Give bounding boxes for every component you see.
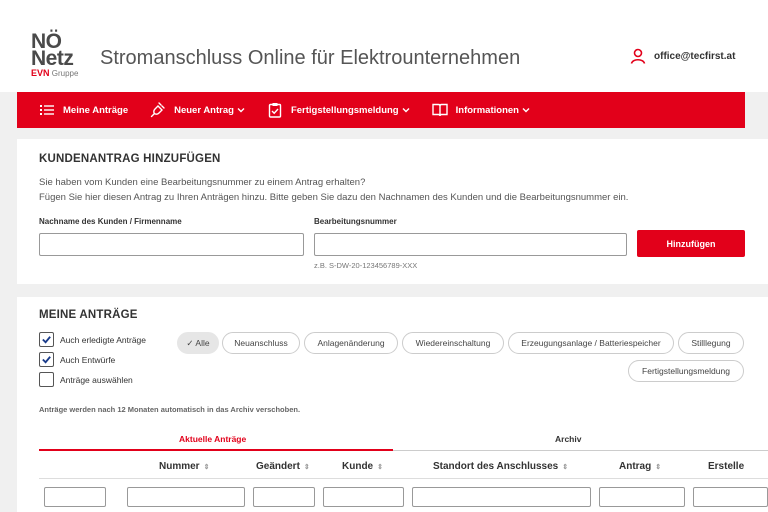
filter-input-checkbox-column[interactable] bbox=[44, 487, 106, 507]
filter-input-nummer[interactable] bbox=[127, 487, 245, 507]
filter-input-standort[interactable] bbox=[412, 487, 591, 507]
filter-chip-stilllegung[interactable]: Stilllegung bbox=[678, 332, 744, 354]
checkmark-icon bbox=[42, 336, 51, 344]
column-header-antrag[interactable]: Antrag ⇕ bbox=[619, 461, 661, 472]
column-header-erstellt[interactable]: Erstelle bbox=[708, 461, 744, 472]
column-label: Nummer bbox=[159, 461, 200, 472]
sort-icon: ⇕ bbox=[377, 463, 383, 471]
checkbox-box[interactable] bbox=[39, 332, 54, 347]
checkbox-box[interactable] bbox=[39, 372, 54, 387]
logo-group: EVN Gruppe bbox=[31, 68, 91, 79]
nav-label: Fertigstellungsmeldung bbox=[290, 104, 399, 116]
sort-icon: ⇕ bbox=[303, 463, 310, 471]
add-button[interactable]: Hinzufügen bbox=[637, 230, 745, 257]
archive-note: Anträge werden nach 12 Monaten automatis… bbox=[39, 405, 301, 414]
filter-input-geaendert[interactable] bbox=[253, 487, 315, 507]
sort-icon: ⇕ bbox=[655, 463, 662, 471]
add-request-card: KUNDENANTRAG HINZUFÜGEN Sie haben vom Ku… bbox=[17, 139, 768, 284]
filter-input-antrag[interactable] bbox=[599, 487, 685, 507]
checkbox-box[interactable] bbox=[39, 352, 54, 367]
checkbox-done-requests[interactable]: Auch erledigte Anträge bbox=[39, 332, 146, 347]
checkbox-label: Auch Entwürfe bbox=[60, 354, 116, 365]
logo-group-text: Gruppe bbox=[51, 69, 79, 78]
user-email: office@tecfirst.at bbox=[654, 50, 736, 62]
my-requests-heading: MEINE ANTRÄGE bbox=[39, 309, 138, 321]
add-request-heading: KUNDENANTRAG HINZUFÜGEN bbox=[39, 153, 221, 165]
filter-input-erstellt[interactable] bbox=[693, 487, 768, 507]
add-request-text-1: Sie haben vom Kunden eine Bearbeitungsnu… bbox=[39, 177, 366, 188]
tab-current-requests[interactable]: Aktuelle Anträge bbox=[179, 434, 246, 444]
checkbox-select-requests[interactable]: Anträge auswählen bbox=[39, 372, 133, 387]
list-icon bbox=[40, 105, 54, 115]
checkmark-icon bbox=[42, 356, 51, 364]
chevron-down-icon bbox=[522, 108, 530, 113]
chevron-down-icon bbox=[402, 108, 410, 113]
column-header-standort[interactable]: Standort des Anschlusses ⇕ bbox=[433, 461, 568, 472]
plug-icon bbox=[150, 102, 165, 118]
column-label: Standort des Anschlusses bbox=[433, 461, 559, 472]
filter-chip-wiedereinschaltung[interactable]: Wiedereinschaltung bbox=[402, 332, 504, 354]
noe-netz-logo[interactable]: NÖ Netz EVN Gruppe bbox=[31, 31, 91, 83]
user-icon bbox=[630, 48, 646, 64]
app-header: NÖ Netz EVN Gruppe Stromanschluss Online… bbox=[0, 0, 768, 92]
nav-label: Neuer Antrag bbox=[174, 104, 234, 116]
filter-input-kunde[interactable] bbox=[323, 487, 404, 507]
sort-icon: ⇕ bbox=[203, 463, 210, 471]
tab-archive[interactable]: Archiv bbox=[555, 434, 581, 444]
filter-chip-anlagenaenderung[interactable]: Anlagenänderung bbox=[304, 332, 398, 354]
customer-name-label: Nachname des Kunden / Firmenname bbox=[39, 217, 182, 226]
column-label: Erstelle bbox=[708, 461, 745, 472]
column-label: Antrag bbox=[619, 461, 652, 472]
nav-item-neuer-antrag[interactable]: Neuer Antrag bbox=[150, 102, 245, 118]
customer-name-input[interactable] bbox=[39, 233, 304, 256]
chevron-down-icon bbox=[237, 108, 245, 113]
logo-line-2: Netz bbox=[31, 47, 74, 70]
column-label: Geändert bbox=[256, 461, 300, 472]
active-tab-indicator bbox=[39, 449, 393, 451]
add-request-text-2: Fügen Sie hier diesen Antrag zu Ihren An… bbox=[39, 192, 629, 203]
checkbox-label: Auch erledigte Anträge bbox=[60, 334, 147, 345]
column-header-kunde[interactable]: Kunde ⇕ bbox=[342, 461, 383, 472]
filter-chip-neuanschluss[interactable]: Neuanschluss bbox=[222, 332, 300, 354]
checkbox-drafts[interactable]: Auch Entwürfe bbox=[39, 352, 115, 367]
user-menu[interactable]: office@tecfirst.at bbox=[630, 48, 735, 64]
sort-icon: ⇕ bbox=[562, 463, 569, 471]
column-header-nummer[interactable]: Nummer ⇕ bbox=[159, 461, 209, 472]
header-divider bbox=[39, 478, 768, 479]
processing-number-hint: z.B. S-DW-20-123456789-XXX bbox=[314, 261, 418, 270]
column-label: Kunde bbox=[342, 461, 374, 472]
processing-number-input[interactable] bbox=[314, 233, 627, 256]
processing-number-label: Bearbeitungsnummer bbox=[314, 217, 397, 226]
clipboard-check-icon bbox=[268, 103, 282, 118]
filter-chip-erzeugungsanlage[interactable]: Erzeugungsanlage / Batteriespeicher bbox=[508, 332, 674, 354]
tab-divider bbox=[393, 450, 768, 451]
filter-chip-fertigstellungsmeldung[interactable]: Fertigstellungsmeldung bbox=[628, 360, 744, 382]
nav-label: Informationen bbox=[455, 104, 519, 116]
checkbox-label: Anträge auswählen bbox=[60, 374, 133, 385]
page-title: Stromanschluss Online für Elektrounterne… bbox=[100, 47, 521, 69]
column-header-geaendert[interactable]: Geändert ⇕ bbox=[256, 461, 310, 472]
nav-item-fertigstellungsmeldung[interactable]: Fertigstellungsmeldung bbox=[267, 102, 410, 118]
filter-chip-alle[interactable]: ✓ Alle bbox=[177, 332, 219, 354]
logo-brand: EVN bbox=[31, 68, 50, 78]
my-requests-card: MEINE ANTRÄGE Auch erledigte Anträge Auc… bbox=[17, 297, 768, 512]
nav-item-informationen[interactable]: Informationen bbox=[431, 102, 530, 118]
book-icon bbox=[431, 103, 448, 117]
main-nav: Meine Anträge Neuer Antrag Fertigstellun… bbox=[17, 92, 745, 128]
nav-label: Meine Anträge bbox=[63, 104, 129, 116]
nav-item-meine-antraege[interactable]: Meine Anträge bbox=[39, 102, 128, 118]
